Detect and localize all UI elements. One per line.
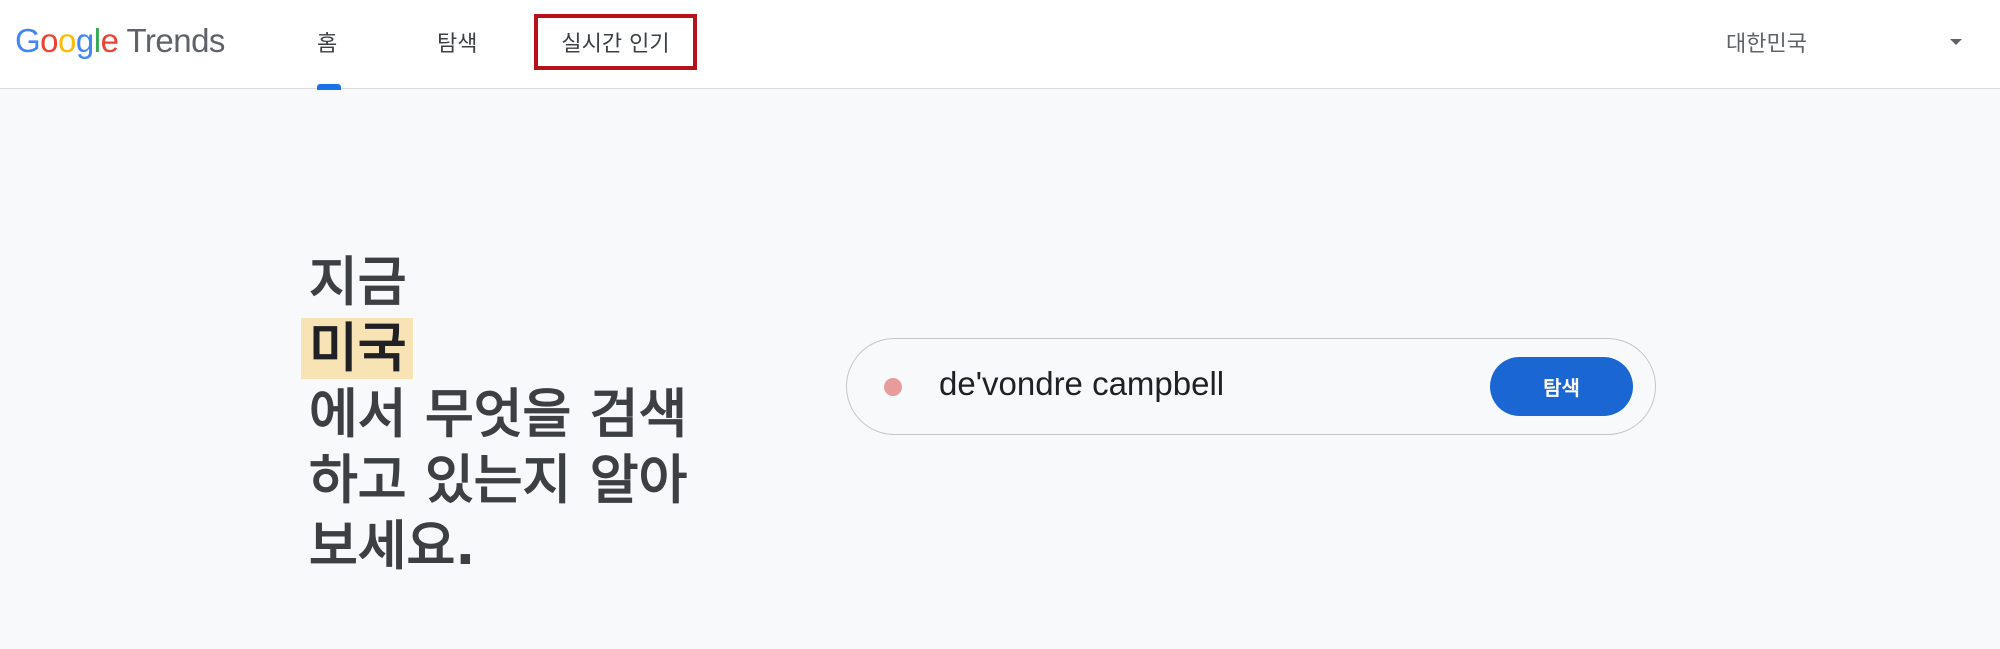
logo-letter: e bbox=[100, 22, 119, 59]
headline-line: 보세요. bbox=[309, 516, 476, 577]
tab-home[interactable]: 홈 bbox=[317, 24, 337, 60]
active-tab-indicator bbox=[317, 84, 341, 90]
highlighted-country: 미국 bbox=[301, 318, 413, 379]
live-dot-icon bbox=[884, 378, 902, 396]
logo-letter: o bbox=[58, 22, 76, 59]
logo-letter: o bbox=[40, 22, 59, 59]
headline-line: 하고 있는지 알아 bbox=[309, 450, 688, 511]
logo-letter: g bbox=[75, 22, 94, 59]
country-selector[interactable]: 대한민국 bbox=[1726, 26, 1807, 58]
hero-headline: 지금 미국 에서 무엇을 검색 하고 있는지 알아 보세요. bbox=[301, 250, 688, 580]
explore-button[interactable]: 탐색 bbox=[1490, 357, 1633, 416]
logo-letter: G bbox=[15, 22, 41, 59]
headline-line: 지금 bbox=[309, 252, 407, 313]
google-trends-logo[interactable]: Google Trends bbox=[15, 22, 225, 62]
search-box[interactable]: de'vondre campbell 탐색 bbox=[846, 338, 1656, 435]
search-query-text[interactable]: de'vondre campbell bbox=[939, 365, 1224, 403]
top-bar: Google Trends 홈 탐색 실시간 인기 대한민국 bbox=[0, 0, 2000, 90]
caret-down-icon[interactable] bbox=[1944, 30, 1968, 54]
logo-product-name: Trends bbox=[126, 22, 225, 59]
headline-highlight-line: 미국 bbox=[301, 316, 687, 382]
logo-letter: l bbox=[93, 22, 101, 59]
tab-trending-now[interactable]: 실시간 인기 bbox=[534, 14, 697, 70]
tab-explore[interactable]: 탐색 bbox=[437, 24, 477, 60]
headline-line: 에서 무엇을 검색 bbox=[309, 384, 688, 445]
